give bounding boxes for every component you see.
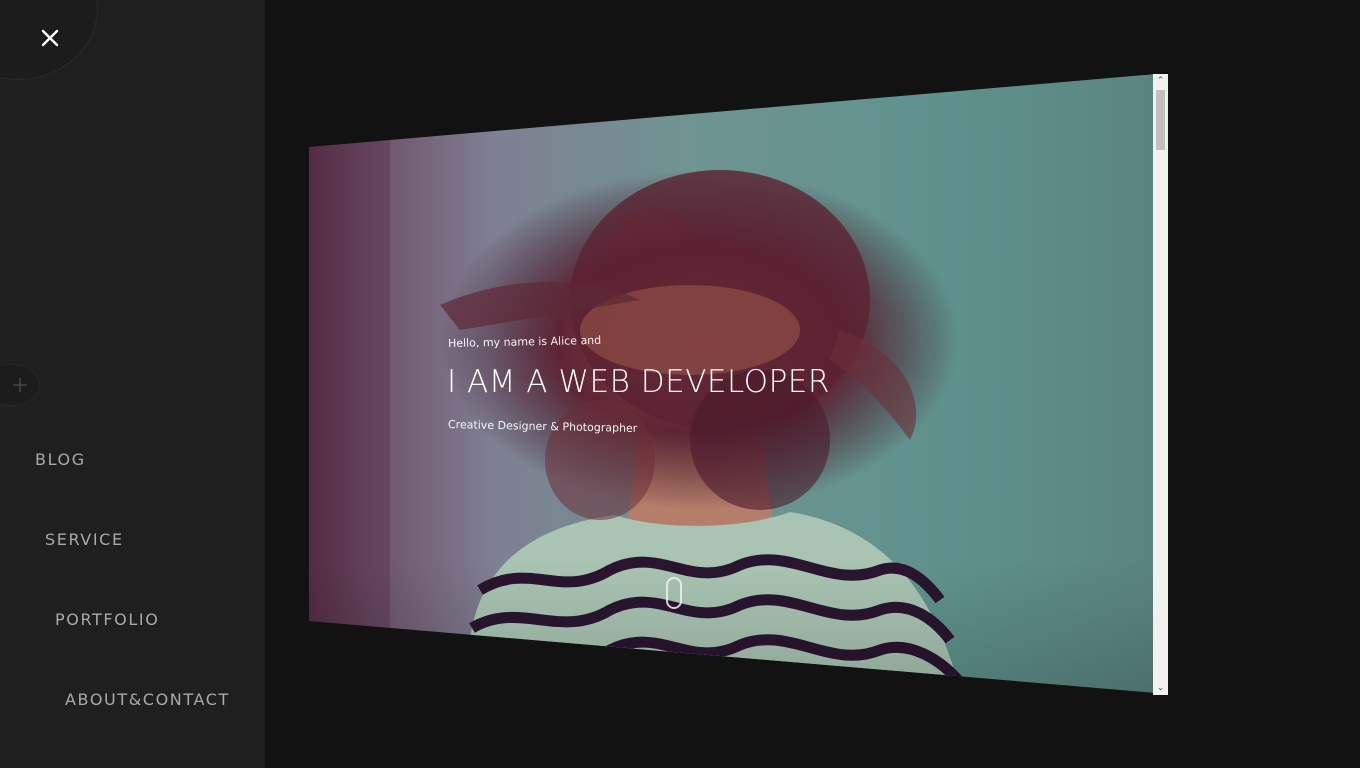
- app-root: BLOG SERVICE PORTFOLIO ABOUT&CONTACT ⌃ ⌄…: [0, 0, 1360, 768]
- scroll-up-arrow[interactable]: ⌃: [1153, 74, 1168, 88]
- scroll-down-arrow[interactable]: ⌄: [1153, 681, 1168, 695]
- mouse-scroll-icon[interactable]: [666, 577, 682, 609]
- hero-title: I AM A WEB DEVELOPER: [447, 364, 830, 400]
- preview-scrollbar[interactable]: ⌃ ⌄: [1153, 74, 1168, 695]
- scroll-thumb[interactable]: [1156, 90, 1165, 150]
